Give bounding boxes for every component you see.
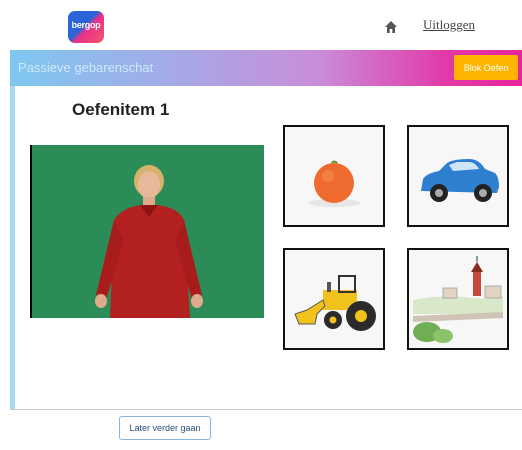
choice-car[interactable] [407, 125, 509, 227]
tractor-image [294, 275, 376, 331]
choice-village[interactable] [407, 248, 509, 350]
choice-tractor[interactable] [283, 248, 385, 350]
continue-later-button[interactable]: Later verder gaan [119, 416, 211, 440]
village-image [413, 254, 503, 344]
orange-image [308, 160, 360, 207]
section-title: Passieve gebarenschat [18, 60, 154, 75]
footer-divider [10, 409, 522, 410]
bergop-logo[interactable]: bergop [68, 11, 104, 43]
exercise-title: Oefenitem 1 [72, 100, 170, 119]
car-image [421, 159, 499, 202]
logo-text: bergop [71, 20, 101, 30]
sign-video[interactable] [30, 145, 264, 318]
exit-block-button[interactable]: Blok Oefen [454, 55, 518, 80]
top-navigation-bar: bergop Uitloggen [0, 0, 522, 50]
logout-link[interactable]: Uitloggen [423, 17, 475, 33]
home-icon[interactable] [384, 20, 398, 34]
left-accent-stripe [10, 86, 15, 409]
signer-figure [32, 145, 264, 318]
choice-orange[interactable] [283, 125, 385, 227]
